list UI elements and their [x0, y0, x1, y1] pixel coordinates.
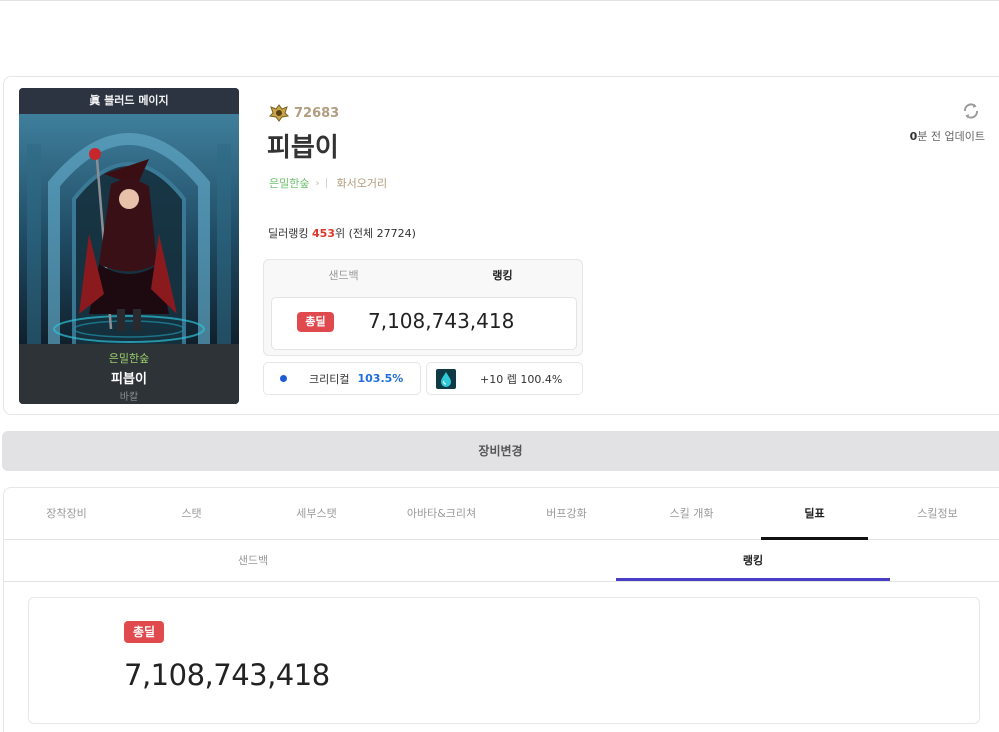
- character-card: 眞 블러드 메이지 은밀한숲 피븝이 바칼 72683 피븝이 은밀한숲 › 화…: [3, 76, 999, 415]
- damage-total-panel: 총딜 7,108,743,418: [271, 297, 577, 350]
- subtab-sandbag[interactable]: 샌드백: [116, 540, 390, 582]
- refresh-icon[interactable]: [959, 99, 983, 123]
- tab-avatar-creature[interactable]: 아바타&크리쳐: [379, 488, 504, 540]
- update-text: 분 전 업데이트: [917, 130, 985, 143]
- sub-tabs: 샌드백 랭킹: [4, 540, 999, 582]
- total-damage-card: 총딜 7,108,743,418: [28, 597, 980, 724]
- divider: [326, 178, 328, 188]
- fame-crest-icon: [269, 104, 289, 122]
- chevron-right-icon: ›: [315, 177, 320, 189]
- server-guild-breadcrumb: 은밀한숲 › 화서오거리: [269, 175, 387, 191]
- critical-dot-icon: [280, 375, 287, 382]
- dealer-rank-suffix: 위 (전체 27724): [334, 227, 416, 240]
- tab-detail-stats[interactable]: 세부스탯: [254, 488, 379, 540]
- portrait-job-title: 眞 블러드 메이지: [19, 88, 239, 114]
- guild-link[interactable]: 화서오거리: [336, 175, 387, 191]
- portrait-info: 은밀한숲 피븝이 바칼: [19, 344, 239, 404]
- tab-ranking[interactable]: 랭킹: [423, 260, 582, 292]
- server-link[interactable]: 은밀한숲: [269, 175, 309, 191]
- water-drop-item-icon: [436, 368, 456, 389]
- fame-display: 72683: [269, 104, 339, 122]
- character-art-image: [19, 114, 239, 344]
- tab-skill-info[interactable]: 스킬정보: [875, 488, 999, 540]
- critical-value: 103.5%: [357, 372, 404, 385]
- tab-skill-bloom[interactable]: 스킬 개화: [629, 488, 754, 540]
- fame-value: 72683: [294, 105, 340, 121]
- dealer-ranking: 딜러랭킹 453위 (전체 27724): [268, 225, 416, 241]
- total-damage-badge: 총딜: [297, 312, 334, 332]
- dealer-rank-value: 453: [311, 227, 335, 240]
- item-stat-box: +10 렙 100.4%: [426, 362, 583, 395]
- critical-label: 크리티컬: [309, 372, 350, 386]
- tab-sandbag[interactable]: 샌드백: [264, 260, 423, 292]
- change-equipment-button[interactable]: 장비변경: [2, 431, 999, 471]
- total-damage-value: 7,108,743,418: [368, 309, 515, 333]
- last-updated: 0분 전 업데이트: [910, 128, 985, 144]
- dealer-rank-prefix: 딜러랭킹: [268, 227, 312, 240]
- total-damage-value-large: 7,108,743,418: [124, 658, 330, 692]
- portrait-job: 바칼: [119, 392, 139, 403]
- item-label: +10 렙 100.4%: [480, 372, 563, 386]
- character-name: 피븝이: [267, 133, 339, 163]
- subtab-ranking[interactable]: 랭킹: [616, 540, 890, 582]
- portrait-name: 피븝이: [111, 372, 147, 387]
- tab-stats[interactable]: 스탯: [129, 488, 254, 540]
- tab-equipment[interactable]: 장착장비: [4, 488, 129, 540]
- critical-stat-box: 크리티컬 103.5%: [263, 362, 421, 395]
- damage-summary-box: 샌드백 랭킹 총딜 7,108,743,418: [263, 259, 583, 356]
- tab-buff-enhance[interactable]: 버프강화: [504, 488, 629, 540]
- top-divider: [0, 0, 999, 3]
- character-portrait: 眞 블러드 메이지 은밀한숲 피븝이 바칼: [19, 88, 239, 404]
- main-tabs: 장착장비 스탯 세부스탯 아바타&크리쳐 버프강화 스킬 개화 딜표 스킬정보: [4, 488, 999, 540]
- portrait-server: 은밀한숲: [108, 352, 150, 365]
- detail-panel: 장착장비 스탯 세부스탯 아바타&크리쳐 버프강화 스킬 개화 딜표 스킬정보 …: [3, 487, 999, 732]
- total-damage-badge-large: 총딜: [124, 621, 164, 643]
- tab-damage-chart[interactable]: 딜표: [754, 488, 875, 540]
- damage-tabs: 샌드백 랭킹: [264, 260, 582, 292]
- active-subtab-indicator: [616, 578, 890, 581]
